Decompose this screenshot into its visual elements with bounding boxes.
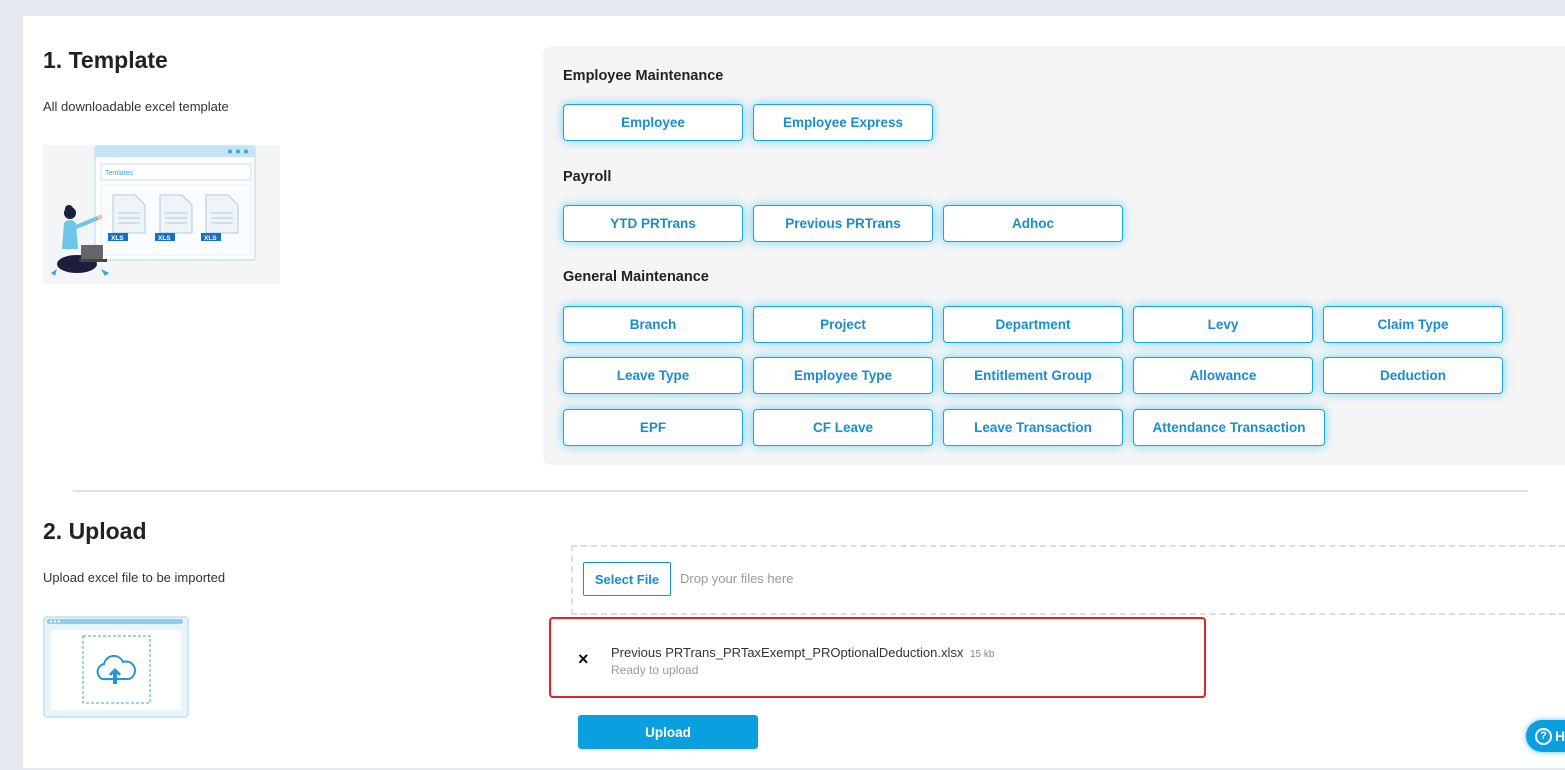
template-button-department[interactable]: Department [943, 306, 1123, 343]
template-button-leave-type[interactable]: Leave Type [563, 357, 743, 394]
template-button-employee-type[interactable]: Employee Type [753, 357, 933, 394]
template-button-project[interactable]: Project [753, 306, 933, 343]
upload-button[interactable]: Upload [578, 715, 758, 749]
template-button-ytd-prtrans[interactable]: YTD PRTrans [563, 205, 743, 242]
group-title-employee-maintenance: Employee Maintenance [563, 68, 724, 84]
xls-badge: XLS [111, 235, 124, 242]
template-button-entitlement-group[interactable]: Entitlement Group [943, 357, 1123, 394]
template-button-attendance-transaction[interactable]: Attendance Transaction [1133, 409, 1325, 446]
upload-illustration [43, 616, 189, 718]
template-button-claim-type[interactable]: Claim Type [1323, 306, 1503, 343]
template-button-leave-transaction[interactable]: Leave Transaction [943, 409, 1123, 446]
template-section-description: All downloadable excel template [43, 99, 229, 114]
template-button-adhoc[interactable]: Adhoc [943, 205, 1123, 242]
file-status: Ready to upload [611, 663, 699, 677]
section-divider [73, 490, 1528, 492]
help-button[interactable]: ? H [1526, 720, 1565, 752]
select-file-button[interactable]: Select File [583, 562, 671, 596]
templates-illustration: Temlates XLS XLS XLS [43, 145, 280, 284]
group-title-payroll: Payroll [563, 169, 612, 185]
illustration-window-label: Temlates [105, 170, 134, 177]
dropzone-hint: Drop your files here [680, 571, 794, 586]
close-icon[interactable]: × [578, 649, 589, 669]
upload-section-title: 2. Upload [43, 518, 147, 544]
file-name-line: Previous PRTrans_PRTaxExempt_PROptionalD… [611, 645, 994, 660]
template-button-employee[interactable]: Employee [563, 104, 743, 141]
template-button-epf[interactable]: EPF [563, 409, 743, 446]
xls-badge: XLS [204, 235, 217, 242]
help-label: H [1555, 728, 1565, 744]
xls-badge: XLS [158, 235, 171, 242]
group-title-general-maintenance: General Maintenance [563, 269, 709, 285]
template-button-branch[interactable]: Branch [563, 306, 743, 343]
file-name: Previous PRTrans_PRTaxExempt_PROptionalD… [611, 645, 964, 660]
template-button-levy[interactable]: Levy [1133, 306, 1313, 343]
question-icon: ? [1535, 727, 1552, 745]
template-section-title: 1. Template [43, 47, 168, 73]
upload-section-description: Upload excel file to be imported [43, 570, 226, 585]
template-button-deduction[interactable]: Deduction [1323, 357, 1503, 394]
template-button-allowance[interactable]: Allowance [1133, 357, 1313, 394]
template-button-cf-leave[interactable]: CF Leave [753, 409, 933, 446]
template-button-previous-prtrans[interactable]: Previous PRTrans [753, 205, 933, 242]
file-size: 15 kb [970, 649, 995, 660]
template-button-employee-express[interactable]: Employee Express [753, 104, 933, 141]
